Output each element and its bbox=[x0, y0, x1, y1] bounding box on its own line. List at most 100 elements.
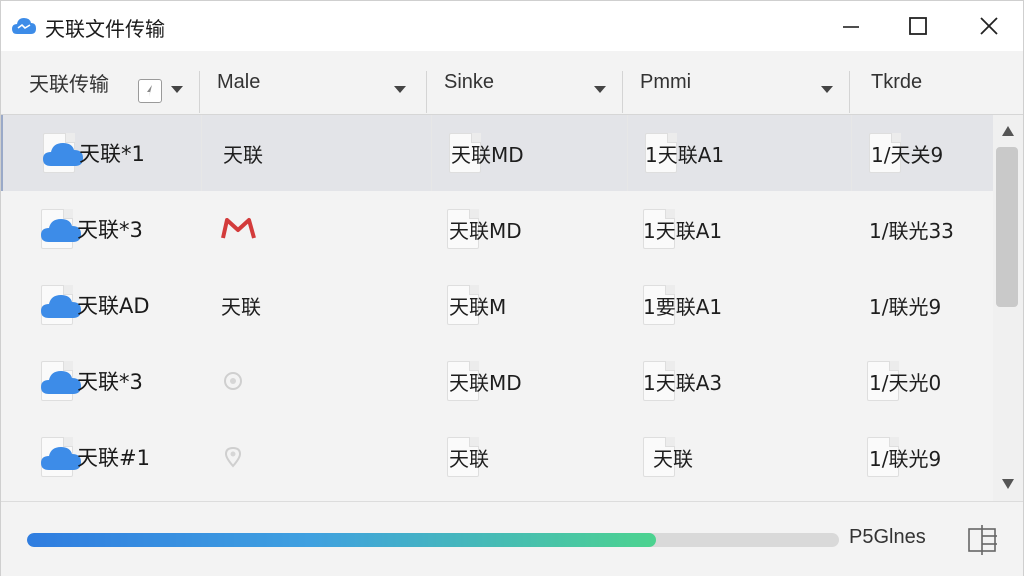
gmail-icon bbox=[221, 218, 256, 239]
file-list: 天联*1 天联 天联MD 1天联A1 1/天关9 天联*3 天联MD 1天联A1… bbox=[1, 115, 993, 501]
column-header-male[interactable]: Male bbox=[217, 51, 260, 114]
cell-text: 天联MD bbox=[451, 142, 524, 167]
scroll-down-icon[interactable] bbox=[1002, 479, 1014, 489]
cell-text: 天联 bbox=[221, 294, 261, 319]
filter-button[interactable] bbox=[138, 79, 162, 103]
cloud-icon bbox=[41, 447, 81, 470]
status-text: P5Glnes bbox=[849, 526, 926, 548]
file-name: 天联*1 bbox=[79, 142, 145, 166]
cell-tkrde: 1/天光0 bbox=[869, 343, 941, 419]
table-row[interactable]: 天联*3 天联MD 1天联A1 1/联光33 bbox=[1, 191, 993, 267]
table-row[interactable]: 天联*1 天联 天联MD 1天联A1 1/天关9 bbox=[1, 115, 993, 191]
column-divider[interactable] bbox=[622, 71, 623, 113]
file-name: 天联#1 bbox=[77, 446, 150, 470]
cell-sinke: 天联M bbox=[449, 267, 506, 343]
cell-text: 天联 bbox=[449, 446, 489, 471]
cell-sinke: 天联MD bbox=[449, 343, 522, 419]
column-label: Sinke bbox=[444, 71, 495, 93]
app-window: 天联文件传输 天联传输 Male Sinke Pmmi Tkrde 天联*1 天… bbox=[0, 0, 1024, 576]
cell-tkrde: 1/联光9 bbox=[869, 419, 941, 495]
column-divider bbox=[627, 115, 628, 191]
cloud-icon bbox=[41, 219, 81, 242]
transfer-progress-bar bbox=[27, 533, 839, 547]
cloud-icon bbox=[41, 371, 81, 394]
pin-icon bbox=[224, 372, 242, 390]
cell-male bbox=[221, 419, 245, 495]
cell-pmmi: 1要联A1 bbox=[643, 267, 722, 343]
cell-text: 1要联A1 bbox=[643, 294, 723, 319]
cell-tkrde: 1/联光33 bbox=[869, 191, 954, 267]
cloud-transfer-icon bbox=[12, 18, 36, 34]
maximize-button[interactable] bbox=[883, 3, 953, 49]
column-header: 天联传输 Male Sinke Pmmi Tkrde bbox=[1, 51, 1023, 115]
cloud-icon bbox=[41, 295, 81, 318]
cell-text: 1/联光33 bbox=[869, 218, 954, 243]
column-divider[interactable] bbox=[849, 71, 850, 113]
cell-text: 1/天光0 bbox=[869, 370, 942, 395]
cell-tkrde: 1/联光9 bbox=[869, 267, 941, 343]
table-row[interactable]: 天联#1 天联 天联 1/联光9 bbox=[1, 419, 993, 495]
cell-text: 1/天关9 bbox=[871, 142, 944, 167]
chevron-down-icon[interactable] bbox=[171, 86, 183, 93]
cell-pmmi: 1天联A1 bbox=[645, 115, 724, 191]
table-row[interactable]: 天联*3 天联MD 1天联A3 1/天光0 bbox=[1, 343, 993, 419]
cell-text: 1天联A1 bbox=[643, 218, 723, 243]
pin-icon bbox=[224, 446, 242, 468]
file-name: 天联AD bbox=[77, 294, 150, 318]
chevron-down-icon[interactable] bbox=[821, 86, 833, 93]
title-bar[interactable]: 天联文件传输 bbox=[1, 1, 1023, 51]
progress-fill bbox=[27, 533, 657, 547]
cell-sinke: 天联MD bbox=[451, 115, 524, 191]
column-label: Male bbox=[217, 71, 261, 93]
minimize-icon bbox=[843, 26, 859, 28]
column-label: 天联传输 bbox=[29, 72, 109, 96]
column-label: Pmmi bbox=[640, 71, 692, 93]
cloud-icon bbox=[43, 143, 83, 166]
cell-text: 天联M bbox=[449, 294, 507, 319]
layout-toggle-icon[interactable] bbox=[965, 522, 1001, 558]
file-name: 天联*3 bbox=[77, 370, 143, 394]
column-divider[interactable] bbox=[199, 71, 200, 113]
cell-text: 天联 bbox=[223, 142, 263, 167]
cell-male bbox=[221, 191, 257, 267]
cell-male: 天联 bbox=[223, 115, 263, 191]
column-header-sinke[interactable]: Sinke bbox=[444, 51, 494, 114]
chevron-down-icon[interactable] bbox=[594, 86, 606, 93]
chevron-down-icon[interactable] bbox=[394, 86, 406, 93]
filter-icon bbox=[147, 85, 152, 97]
column-header-pmmi[interactable]: Pmmi bbox=[640, 51, 691, 114]
window-title: 天联文件传输 bbox=[45, 17, 165, 41]
cell-text: 天联MD bbox=[449, 218, 522, 243]
cell-male: 天联 bbox=[221, 267, 261, 343]
column-header-name[interactable]: 天联传输 bbox=[29, 51, 109, 114]
cell-text: 1天联A1 bbox=[645, 142, 725, 167]
cell-text: 天联MD bbox=[449, 370, 522, 395]
cell-text: 1/联光9 bbox=[869, 446, 942, 471]
cell-pmmi: 1天联A3 bbox=[643, 343, 722, 419]
scroll-thumb[interactable] bbox=[996, 147, 1018, 307]
cell-text: 天联 bbox=[653, 446, 693, 471]
cell-tkrde: 1/天关9 bbox=[871, 115, 943, 191]
table-row[interactable]: 天联AD 天联 天联M 1要联A1 1/联光9 bbox=[1, 267, 993, 343]
scroll-up-icon[interactable] bbox=[1002, 126, 1014, 136]
column-label: Tkrde bbox=[871, 71, 923, 93]
cell-text: 1天联A3 bbox=[643, 370, 723, 395]
status-bar: P5Glnes bbox=[1, 501, 1023, 576]
column-divider bbox=[201, 115, 202, 191]
minimize-button[interactable] bbox=[816, 3, 886, 49]
close-button[interactable] bbox=[954, 3, 1024, 49]
cell-sinke: 天联MD bbox=[449, 191, 522, 267]
column-header-tkrde[interactable]: Tkrde bbox=[871, 51, 922, 114]
vertical-scrollbar[interactable] bbox=[993, 115, 1023, 501]
file-name: 天联*3 bbox=[77, 218, 143, 242]
cell-pmmi: 天联 bbox=[653, 419, 693, 495]
column-divider bbox=[851, 115, 852, 191]
column-divider bbox=[431, 115, 432, 191]
column-divider[interactable] bbox=[426, 71, 427, 113]
cell-male bbox=[221, 343, 245, 419]
close-icon bbox=[980, 17, 998, 35]
cell-pmmi: 1天联A1 bbox=[643, 191, 722, 267]
cell-text: 1/联光9 bbox=[869, 294, 942, 319]
maximize-icon bbox=[909, 17, 927, 35]
cell-sinke: 天联 bbox=[449, 419, 489, 495]
